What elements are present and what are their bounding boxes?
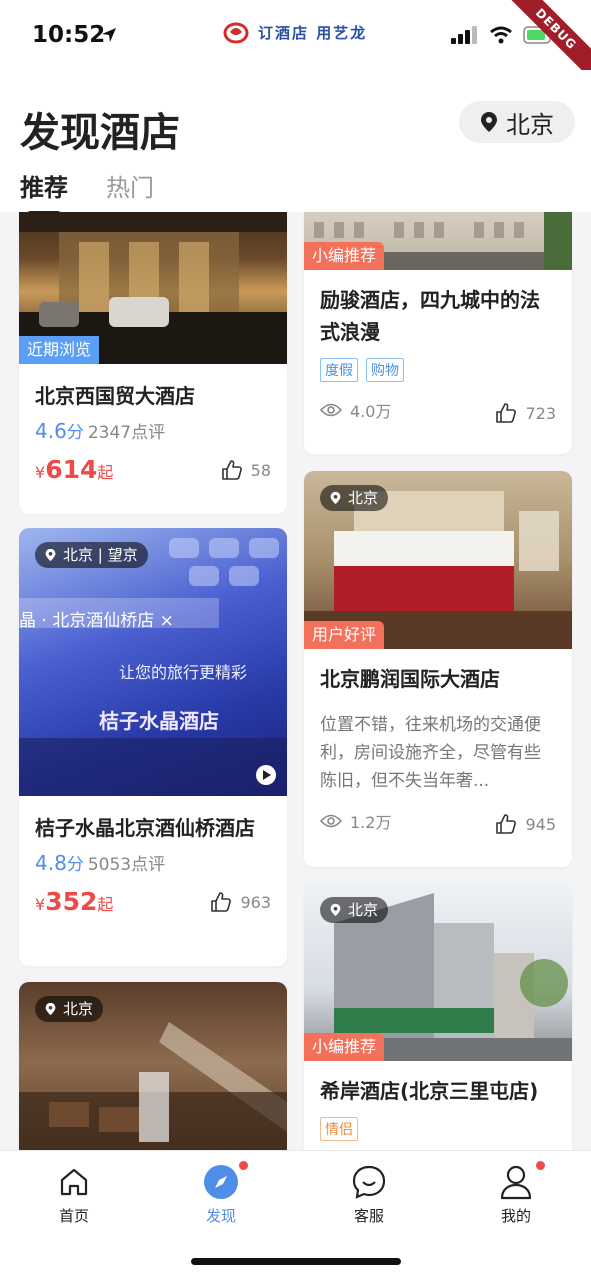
thumbs-up-icon xyxy=(496,814,517,834)
user-icon xyxy=(500,1165,532,1200)
hotel-card[interactable]: 北京 小编推荐 希岸酒店(北京三里屯店) 情侣 xyxy=(304,883,572,1150)
nav-home[interactable]: 首页 xyxy=(24,1163,124,1226)
nav-label: 发现 xyxy=(205,1207,236,1225)
brand-slogan: 订酒店 用艺龙 xyxy=(258,23,368,42)
elong-logo-icon xyxy=(223,22,249,44)
location-pin-icon xyxy=(330,491,341,505)
nav-label: 首页 xyxy=(58,1207,89,1225)
location-pill: 北京 | 望京 xyxy=(35,542,148,568)
thumbs-up-icon xyxy=(496,403,517,423)
stats-row: 4.0万 723 xyxy=(304,398,572,428)
wifi-icon xyxy=(490,26,512,44)
tag-chip: 度假 xyxy=(320,358,358,382)
like-count: 58 xyxy=(250,460,271,480)
hotel-name: 桔子水晶北京酒仙桥酒店 xyxy=(35,816,255,840)
home-icon xyxy=(60,1168,88,1196)
hotel-video-thumbnail: 晶 · 北京酒仙桥店 × 让您的旅行更精彩 桔子水晶酒店 北京 | 望京 xyxy=(19,528,287,796)
location-pin-icon xyxy=(481,112,497,132)
like-button[interactable]: 945 xyxy=(495,813,556,835)
rating-row: 4.8分 5053点评 xyxy=(19,850,287,875)
status-bar: 10:52 订酒店 用艺龙 DEBUG xyxy=(0,0,591,90)
nav-label: 我的 xyxy=(500,1207,531,1225)
hotel-name: 希岸酒店(北京三里屯店) xyxy=(320,1079,539,1103)
tab-popular[interactable]: 热门 xyxy=(106,168,154,203)
location-pill: 北京 xyxy=(320,485,389,511)
article-title: 励骏酒店，四九城中的法式浪漫 xyxy=(320,288,540,344)
location-pill: 北京 xyxy=(35,996,104,1022)
like-button[interactable]: 58 xyxy=(221,459,271,481)
page-title: 发现酒店 xyxy=(20,110,180,156)
like-button[interactable]: 723 xyxy=(495,402,556,424)
nav-profile[interactable]: 我的 xyxy=(466,1161,566,1226)
price-row: ¥614起 58 xyxy=(19,455,287,489)
hotel-name: 北京鹏润国际大酒店 xyxy=(320,667,500,691)
discover-page: 10:52 订酒店 用艺龙 DEBUG 发现酒店 北京 推荐 热门 近期浏览 北… xyxy=(0,0,591,1280)
review-excerpt: 位置不错，往来机场的交通便利，房间设施齐全，尽管有些陈旧，但不失当年奢... xyxy=(320,715,541,791)
image-caption: 晶 · 北京酒仙桥店 × xyxy=(19,611,174,631)
location-pin-icon xyxy=(45,548,56,562)
rating-score: 4.8分 xyxy=(35,851,84,875)
hotel-feed[interactable]: 近期浏览 北京西国贸大酒店 4.6分 2347点评 ¥614起 58 晶 · 北… xyxy=(0,212,591,1150)
hotel-card[interactable]: 近期浏览 北京西国贸大酒店 4.6分 2347点评 ¥614起 58 xyxy=(19,212,287,514)
location-pin-icon xyxy=(45,1002,56,1016)
play-video-icon[interactable] xyxy=(255,764,277,786)
location-arrow-icon xyxy=(102,28,116,42)
rating-row: 4.6分 2347点评 xyxy=(19,418,287,443)
eye-icon xyxy=(320,814,342,828)
location-pill: 北京 xyxy=(320,897,389,923)
like-count: 945 xyxy=(525,814,556,834)
thumbs-up-icon xyxy=(221,460,242,480)
image-slogan: 让您的旅行更精彩 xyxy=(119,663,247,682)
thumbs-up-icon xyxy=(211,892,232,912)
location-pin-icon xyxy=(330,903,341,917)
tag-list: 度假 购物 xyxy=(304,358,572,382)
rating-score: 4.6分 xyxy=(35,419,84,443)
like-count: 963 xyxy=(240,892,271,912)
price: ¥352起 xyxy=(35,887,114,916)
nav-discover[interactable]: 发现 xyxy=(171,1161,271,1226)
clock: 10:52 xyxy=(32,22,106,48)
price: ¥614起 xyxy=(35,455,114,484)
recent-view-tag: 近期浏览 xyxy=(19,336,100,364)
user-review-tag: 用户好评 xyxy=(304,621,385,649)
notification-dot xyxy=(239,1161,248,1170)
brand-logo: 订酒店 用艺龙 xyxy=(222,20,367,44)
price-row: ¥352起 963 xyxy=(19,887,287,921)
hotel-facade-photo: 晶 · 北京酒仙桥店 × 让您的旅行更精彩 桔子水晶酒店 xyxy=(19,538,287,796)
hotel-name: 北京西国贸大酒店 xyxy=(35,384,195,408)
nav-label: 客服 xyxy=(353,1207,384,1225)
hotel-card[interactable]: 小编推荐 励骏酒店，四九城中的法式浪漫 度假 购物 4.0万 723 xyxy=(304,212,572,454)
review-count: 2347点评 xyxy=(87,423,166,443)
notification-dot xyxy=(536,1161,545,1170)
eye-icon xyxy=(320,403,342,417)
city-selector-button[interactable]: 北京 xyxy=(459,101,575,143)
signal-icon xyxy=(451,26,477,44)
editor-pick-tag: 小编推荐 xyxy=(304,242,385,270)
review-count: 5053点评 xyxy=(87,855,166,875)
page-header: 发现酒店 北京 推荐 热门 xyxy=(0,70,591,215)
tab-recommended[interactable]: 推荐 xyxy=(20,168,68,215)
hotel-image: 近期浏览 xyxy=(19,212,287,364)
hotel-image: 北京 xyxy=(19,982,287,1150)
tag-list: 情侣 xyxy=(304,1117,572,1141)
hotel-card[interactable]: 北京 用户好评 北京鹏润国际大酒店 位置不错，往来机场的交通便利，房间设施齐全，… xyxy=(304,471,572,867)
hotel-image: 北京 小编推荐 xyxy=(304,883,572,1061)
tab-bar: 推荐 热门 xyxy=(20,168,154,215)
tag-chip: 购物 xyxy=(366,358,404,382)
image-sign: 桔子水晶酒店 xyxy=(99,709,219,733)
hotel-image: 小编推荐 xyxy=(304,212,572,270)
tag-chip: 情侣 xyxy=(320,1117,358,1141)
home-indicator xyxy=(191,1258,401,1265)
like-button[interactable]: 963 xyxy=(210,891,271,913)
compass-icon xyxy=(204,1165,238,1199)
nav-service[interactable]: 客服 xyxy=(319,1163,419,1226)
like-count: 723 xyxy=(525,403,556,423)
hotel-card[interactable]: 北京 xyxy=(19,982,287,1150)
hotel-image: 北京 用户好评 xyxy=(304,471,572,649)
editor-pick-tag: 小编推荐 xyxy=(304,1033,385,1061)
stats-row: 1.2万 945 xyxy=(304,809,572,839)
city-label: 北京 xyxy=(506,110,554,139)
hotel-card[interactable]: 晶 · 北京酒仙桥店 × 让您的旅行更精彩 桔子水晶酒店 北京 | 望京 桔子水… xyxy=(19,528,287,966)
chat-icon xyxy=(352,1165,386,1199)
